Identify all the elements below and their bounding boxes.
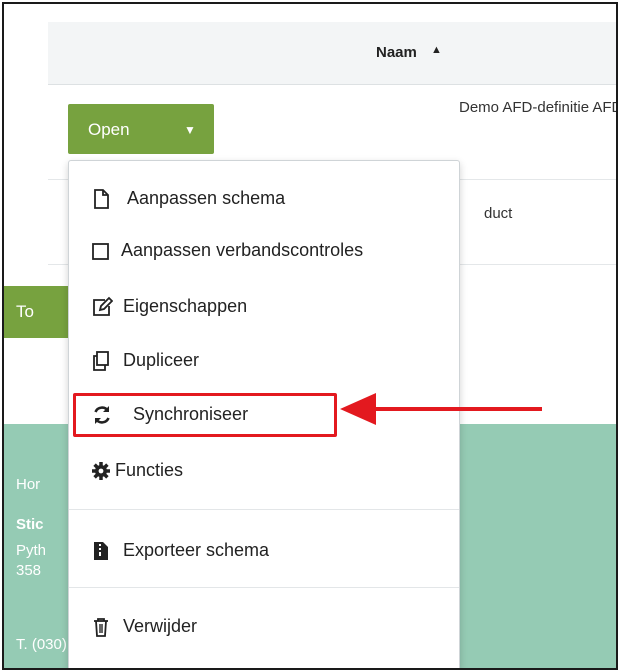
menu-divider	[69, 509, 459, 510]
edit-icon	[91, 296, 114, 318]
menu-item-label: Exporteer schema	[123, 540, 270, 560]
copy-icon	[91, 350, 111, 372]
menu-item-dupliceer[interactable]: Dupliceer	[69, 339, 459, 383]
green-action-button[interactable]: To	[4, 286, 78, 338]
trash-icon	[91, 616, 111, 638]
open-button-label: Open	[88, 120, 130, 139]
table-header: Naam ▲	[48, 22, 616, 85]
footer-address-line: Pyth	[16, 542, 47, 559]
file-export-icon	[91, 540, 111, 562]
column-header-naam[interactable]: Naam	[376, 44, 417, 61]
footer-org-name: Stic	[16, 516, 44, 533]
footer-link[interactable]: Hor	[16, 476, 40, 493]
row-name[interactable]: Demo AFD-definitie AFD 2.	[459, 99, 616, 116]
green-action-button-label: To	[16, 302, 34, 321]
screenshot-frame: Naam ▲ Demo AFD-definitie AFD 2. duct Op…	[2, 2, 618, 670]
menu-divider	[69, 587, 459, 588]
row-name[interactable]: duct	[484, 205, 512, 222]
annotation-arrow-icon	[340, 393, 542, 425]
footer-address-line: 358	[16, 562, 42, 579]
menu-item-eigenschappen[interactable]: Eigenschappen	[69, 285, 459, 329]
menu-item-label: Verwijder	[123, 616, 198, 636]
square-icon	[91, 240, 111, 262]
menu-item-label: Eigenschappen	[123, 296, 248, 316]
menu-item-label: Dupliceer	[123, 350, 200, 370]
sort-ascending-icon[interactable]: ▲	[431, 44, 442, 56]
menu-item-verwijder[interactable]: Verwijder	[69, 605, 459, 649]
caret-down-icon: ▼	[184, 123, 196, 137]
annotation-highlight-box	[73, 393, 337, 437]
cog-icon	[91, 460, 111, 482]
menu-item-label: Aanpassen schema	[127, 188, 286, 208]
menu-item-label: Functies	[115, 460, 184, 480]
menu-item-aanpassen-schema[interactable]: Aanpassen schema	[69, 177, 459, 221]
file-icon	[91, 188, 111, 210]
menu-item-exporteer-schema[interactable]: Exporteer schema	[69, 529, 459, 573]
menu-item-label: Aanpassen verbandscontroles	[121, 240, 364, 260]
open-dropdown-button[interactable]: Open ▼	[68, 104, 214, 154]
menu-item-aanpassen-verbandscontroles[interactable]: Aanpassen verbandscontroles	[69, 229, 459, 273]
menu-item-functies[interactable]: Functies	[69, 449, 459, 493]
